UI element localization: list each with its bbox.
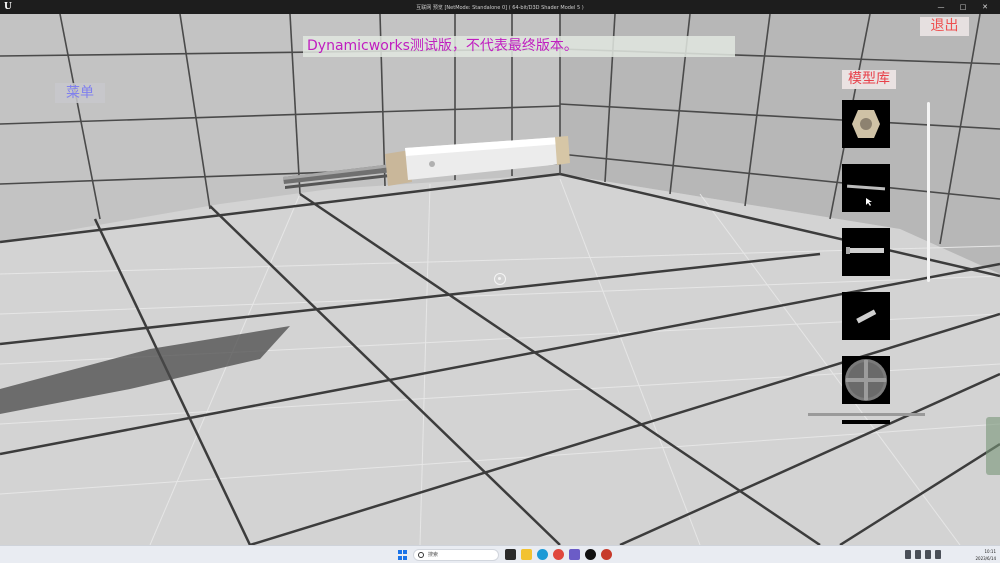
search-icon — [418, 552, 424, 558]
network-icon[interactable] — [915, 550, 921, 559]
file-explorer-icon[interactable] — [505, 549, 516, 560]
3d-viewport[interactable]: Dynamicworks测试版，不代表最终版本。 菜单 退出 模型库 — [0, 14, 1000, 545]
hex-nut-icon — [852, 110, 880, 138]
shaft-icon — [846, 247, 884, 254]
system-tray[interactable] — [905, 550, 941, 559]
unreal-engine-icon[interactable] — [585, 549, 596, 560]
edge-browser-icon[interactable] — [537, 549, 548, 560]
volume-icon[interactable] — [925, 550, 931, 559]
menu-button[interactable]: 菜单 — [55, 83, 105, 103]
maximize-button[interactable]: □ — [952, 0, 974, 14]
windows-start-icon[interactable] — [398, 550, 408, 560]
short-pin-icon — [856, 309, 877, 324]
unreal-logo-icon: U — [4, 2, 12, 12]
crosshair-icon — [494, 273, 506, 285]
model-item-short-pin[interactable] — [842, 292, 890, 340]
folder-icon[interactable] — [521, 549, 532, 560]
model-item-shaft[interactable] — [842, 228, 890, 276]
app-red-icon[interactable] — [601, 549, 612, 560]
close-window-button[interactable]: ✕ — [974, 0, 996, 14]
side-toolbar-widget[interactable] — [986, 417, 1000, 475]
window-title: 互联网 预览 [NetMode: Standalone 0] ( 64-bit/… — [416, 4, 584, 11]
windows-taskbar: 搜索 10:11 2023/6/14 — [0, 545, 1000, 563]
model-item-long-rod[interactable] — [842, 164, 890, 212]
taskbar-clock[interactable]: 10:11 2023/6/14 — [962, 548, 996, 562]
round-cap-icon — [845, 359, 887, 401]
taskbar-search-input[interactable]: 搜索 — [413, 549, 499, 561]
tray-arrow-icon[interactable] — [905, 550, 911, 559]
beta-notice-banner: Dynamicworks测试版，不代表最终版本。 — [303, 36, 735, 57]
window-titlebar: U 互联网 预览 [NetMode: Standalone 0] ( 64-bi… — [0, 0, 1000, 14]
window-controls: — □ ✕ — [930, 0, 996, 14]
battery-icon[interactable] — [935, 550, 941, 559]
minimize-button[interactable]: — — [930, 0, 952, 14]
clock-date: 2023/6/14 — [975, 556, 996, 561]
search-placeholder: 搜索 — [428, 552, 439, 558]
exit-button[interactable]: 退出 — [920, 17, 969, 36]
clock-time: 10:11 — [984, 549, 996, 554]
model-item-hex-nut[interactable] — [842, 100, 890, 148]
chrome-icon[interactable] — [553, 549, 564, 560]
model-library-divider — [808, 413, 925, 416]
long-rod-icon — [846, 184, 886, 206]
model-library-title: 模型库 — [842, 70, 896, 89]
model-library-scrollbar[interactable] — [927, 102, 930, 282]
model-item-partial — [842, 420, 890, 424]
taskbar-apps — [505, 549, 612, 561]
app-icon[interactable] — [569, 549, 580, 560]
model-item-round-cap[interactable] — [842, 356, 890, 404]
